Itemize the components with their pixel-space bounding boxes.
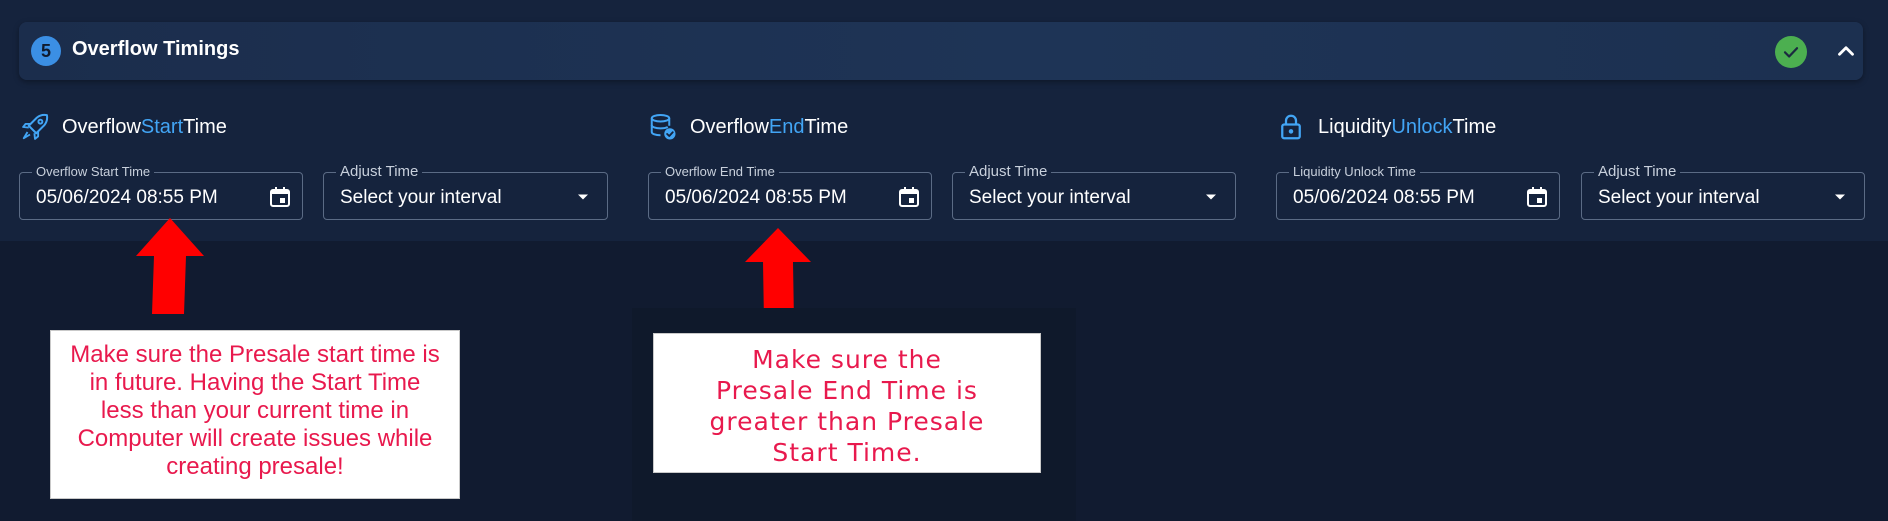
overflow-timings-panel: 5 Overflow Timings Overflow Start Time O…	[0, 0, 1888, 241]
annotation-note-start-time: Make sure the Presale start time is in f…	[50, 330, 460, 499]
note-line: Start Time.	[772, 438, 922, 467]
heading-text-suffix: Time	[804, 115, 849, 138]
note-line: Make sure the Presale start time is	[70, 341, 440, 368]
step-number-badge: 5	[31, 36, 61, 66]
overflow-end-time-input[interactable]: Overflow End Time 05/06/2024 08:55 PM	[648, 164, 932, 220]
lock-icon	[1276, 112, 1306, 142]
note-line: Computer will create issues while	[77, 425, 433, 452]
check-icon	[1775, 36, 1807, 68]
heading-text-prefix: Overflow	[690, 115, 769, 138]
field-value[interactable]: Select your interval	[969, 187, 1131, 209]
heading-text-accent: Start	[140, 115, 184, 138]
dropdown-arrow-icon[interactable]	[1830, 187, 1850, 207]
field-label: Overflow Start Time	[32, 164, 155, 179]
field-value[interactable]: Select your interval	[1598, 187, 1760, 209]
calendar-icon[interactable]	[897, 185, 921, 209]
note-line: Presale End Time is	[716, 376, 978, 405]
field-label: Adjust Time	[965, 163, 1052, 180]
field-value[interactable]: 05/06/2024 08:55 PM	[665, 187, 847, 209]
adjust-time-select[interactable]: Adjust Time Select your interval	[323, 163, 608, 220]
rocket-icon	[20, 112, 50, 142]
dropdown-arrow-icon[interactable]	[1201, 187, 1221, 207]
note-line: in future. Having the Start Time	[89, 369, 421, 396]
field-label: Overflow End Time	[661, 164, 779, 179]
liquidity-unlock-heading: Liquidity Unlock Time	[1276, 112, 1496, 142]
field-label: Adjust Time	[1594, 163, 1681, 180]
overflow-start-time-input[interactable]: Overflow Start Time 05/06/2024 08:55 PM	[19, 164, 303, 220]
heading-text-suffix: Time	[183, 115, 227, 138]
heading-text-prefix: Overflow	[62, 115, 141, 138]
field-value[interactable]: 05/06/2024 08:55 PM	[1293, 187, 1475, 209]
adjust-time-select[interactable]: Adjust Time Select your interval	[952, 163, 1236, 220]
field-value[interactable]: Select your interval	[340, 187, 502, 209]
heading-text-suffix: Time	[1452, 115, 1497, 138]
note-line: Make sure the	[752, 345, 942, 374]
liquidity-unlock-time-input[interactable]: Liquidity Unlock Time 05/06/2024 08:55 P…	[1276, 164, 1560, 220]
note-line: less than your current time in	[100, 397, 410, 424]
field-label: Adjust Time	[336, 163, 423, 180]
arrow-up-icon	[136, 218, 204, 314]
database-check-icon	[648, 112, 678, 142]
annotation-note-end-time: Make sure the Presale End Time is greate…	[653, 333, 1041, 473]
overflow-start-heading: Overflow Start Time	[20, 112, 227, 142]
field-value[interactable]: 05/06/2024 08:55 PM	[36, 187, 218, 209]
overflow-end-heading: Overflow End Time	[648, 112, 848, 142]
note-line: greater than Presale	[709, 407, 985, 436]
adjust-time-select[interactable]: Adjust Time Select your interval	[1581, 163, 1865, 220]
heading-text-accent: End	[768, 115, 805, 138]
heading-text-accent: Unlock	[1391, 115, 1453, 138]
field-label: Liquidity Unlock Time	[1289, 164, 1420, 179]
section-header[interactable]: 5 Overflow Timings	[19, 22, 1863, 80]
chevron-up-icon[interactable]	[1833, 38, 1859, 64]
calendar-icon[interactable]	[1525, 185, 1549, 209]
section-title: Overflow Timings	[72, 38, 240, 60]
calendar-icon[interactable]	[268, 185, 292, 209]
note-line: creating presale!	[166, 453, 344, 480]
heading-text-prefix: Liquidity	[1318, 115, 1392, 138]
dropdown-arrow-icon[interactable]	[573, 187, 593, 207]
